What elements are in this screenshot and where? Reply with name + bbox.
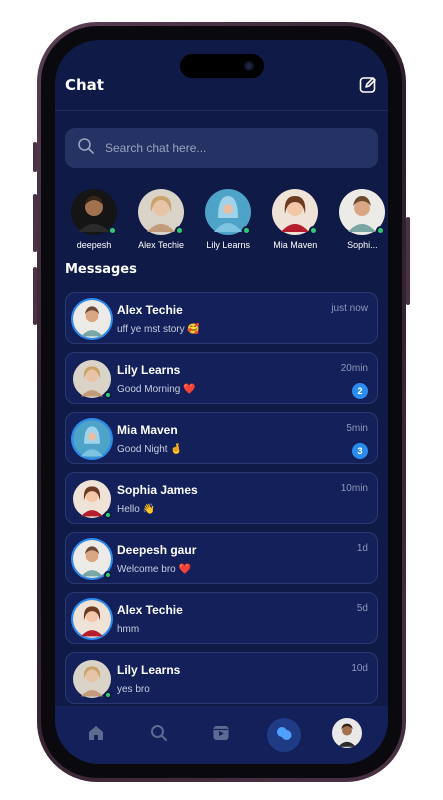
list-item[interactable]: Mia Maven Good Night 🤞 5min 3 (65, 412, 378, 464)
search-bar[interactable]: Search chat here... (65, 128, 378, 168)
message-preview: hmm (117, 624, 140, 635)
nav-reels[interactable] (204, 718, 238, 752)
message-preview: yes bro (117, 684, 150, 695)
search-icon (150, 724, 168, 746)
nav-chat[interactable] (267, 718, 302, 752)
list-item[interactable]: Sophia James Hello 👋 10min (65, 472, 378, 524)
avatar (73, 600, 111, 638)
message-preview: Welcome bro ❤️ (117, 564, 191, 575)
avatar (73, 420, 111, 458)
search-icon (77, 137, 95, 159)
online-indicator (104, 571, 112, 579)
list-item[interactable]: Lily Learns yes bro 10d (65, 652, 378, 704)
message-preview: uff ye mst story 🥰 (117, 324, 200, 335)
online-indicator (104, 391, 112, 399)
list-item[interactable]: Deepesh gaur Welcome bro ❤️ 1d (65, 532, 378, 584)
header: Chat (65, 74, 378, 96)
story-name: Alex Techie (138, 240, 185, 250)
list-item[interactable]: Alex Techie uff ye mst story 🥰 just now (65, 292, 378, 344)
bottom-nav (55, 706, 388, 764)
contact-name: Alex Techie (117, 303, 183, 317)
search-input[interactable]: Search chat here... (105, 141, 206, 155)
story-item[interactable]: Sophi... (331, 188, 388, 250)
home-icon (87, 724, 105, 746)
contact-name: Sophia James (117, 483, 198, 497)
phone-frame: Chat Search chat here... deepesh Alex Te… (33, 22, 410, 782)
unread-badge: 2 (352, 383, 368, 399)
compose-icon[interactable] (358, 75, 378, 95)
phone-bezel: Chat Search chat here... deepesh Alex Te… (41, 26, 402, 778)
side-button (33, 267, 37, 325)
nav-home[interactable] (79, 718, 113, 752)
online-indicator (104, 691, 112, 699)
side-button (406, 217, 410, 305)
app-screen: Chat Search chat here... deepesh Alex Te… (55, 40, 388, 764)
avatar (271, 188, 319, 236)
page-title: Chat (65, 76, 104, 94)
contact-name: Lily Learns (117, 663, 181, 677)
list-item[interactable]: Lily Learns Good Morning ❤️ 20min 2 (65, 352, 378, 404)
avatar (73, 660, 112, 699)
message-time: just now (331, 303, 368, 314)
avatar (204, 188, 252, 236)
nav-profile[interactable] (330, 718, 364, 752)
profile-avatar (331, 718, 362, 752)
message-time: 5min (346, 423, 368, 434)
message-preview: Hello 👋 (117, 504, 156, 515)
avatar (73, 300, 111, 338)
message-time: 1d (356, 543, 368, 554)
message-time: 5d (356, 603, 368, 614)
online-indicator (104, 511, 112, 519)
contact-name: Alex Techie (117, 603, 183, 617)
story-item[interactable]: Mia Maven (264, 188, 326, 250)
side-button (33, 142, 37, 172)
online-indicator (108, 226, 117, 235)
camera-icon (244, 61, 254, 71)
section-title: Messages (65, 262, 137, 277)
side-button (33, 194, 37, 252)
unread-badge: 3 (352, 443, 368, 459)
avatar (338, 188, 386, 236)
contact-name: Deepesh gaur (117, 543, 197, 557)
message-time: 10min (340, 483, 368, 494)
avatar (137, 188, 185, 236)
avatar (73, 540, 112, 579)
nav-search[interactable] (142, 718, 176, 752)
story-name: deepesh (76, 240, 112, 250)
story-item[interactable]: deepesh (63, 188, 125, 250)
avatar (70, 188, 118, 236)
message-time: 10d (351, 663, 368, 674)
message-preview: Good Night 🤞 (117, 444, 183, 455)
story-item[interactable]: Alex Techie (130, 188, 192, 250)
avatar (73, 480, 112, 519)
contact-name: Mia Maven (117, 423, 178, 437)
story-item[interactable]: Lily Learns (197, 188, 259, 250)
contact-name: Lily Learns (117, 363, 181, 377)
message-list: Alex Techie uff ye mst story 🥰 just now … (65, 292, 378, 712)
avatar (73, 360, 112, 399)
stories-row[interactable]: deepesh Alex Techie Lily Learns Mia Mave… (63, 188, 388, 258)
list-item[interactable]: Alex Techie hmm 5d (65, 592, 378, 644)
story-name: Lily Learns (206, 240, 250, 250)
chat-icon (275, 724, 293, 746)
reels-icon (212, 724, 230, 746)
message-preview: Good Morning ❤️ (117, 384, 196, 395)
story-name: Sophi... (347, 240, 378, 250)
story-name: Mia Maven (273, 240, 318, 250)
message-time: 20min (340, 363, 368, 374)
header-divider (55, 110, 388, 111)
